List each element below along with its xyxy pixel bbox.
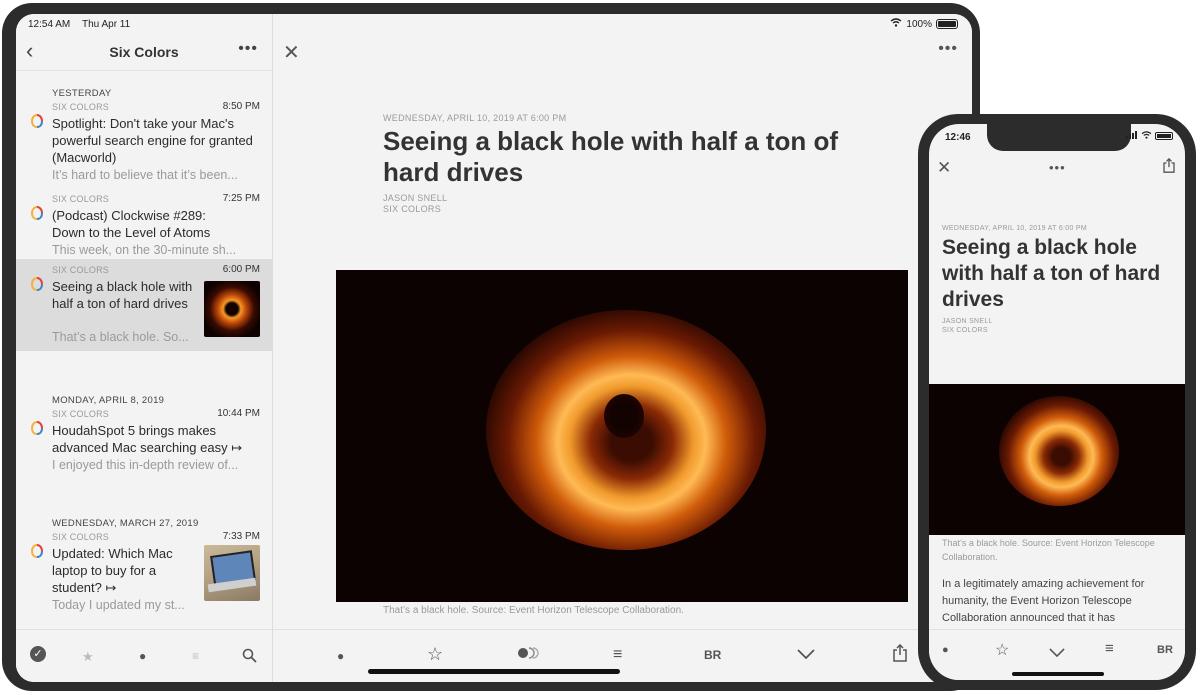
battery-percent: 100% — [906, 18, 932, 30]
ipad-screen: 12:54 AM Thu Apr 11 ‹ Six Colors ••• YES… — [16, 14, 972, 682]
item-excerpt: That’s a black hole. So... — [52, 330, 189, 344]
item-title: Updated: Which Mac laptop to buy for a s… — [52, 546, 173, 595]
item-source: SIX COLORS — [52, 532, 110, 542]
status-bar: 12:54 AM Thu Apr 11 — [16, 14, 272, 34]
status-indicators — [1126, 131, 1173, 141]
item-excerpt: Today I updated my st... — [52, 598, 185, 612]
article-body: In a legitimately amazing achievement fo… — [942, 578, 1145, 624]
six-colors-icon — [31, 114, 43, 128]
six-colors-icon — [31, 544, 43, 558]
notch — [987, 124, 1131, 151]
unread-dot-icon[interactable]: ● — [942, 644, 949, 656]
article-source: SIX COLORS — [942, 327, 988, 334]
item-excerpt: I enjoyed this in-depth review of... — [52, 458, 239, 472]
item-excerpt: This week, on the 30-minute sh... — [52, 243, 237, 257]
bionic-reading-button[interactable]: BR — [704, 648, 721, 662]
article-toolbar: ● ☆ ≡ BR — [273, 629, 972, 682]
chevron-down-icon[interactable] — [1049, 644, 1065, 660]
list-item[interactable]: SIX COLORS 7:33 PM Updated: Which Mac la… — [16, 528, 272, 618]
article-date: WEDNESDAY, APRIL 10, 2019 AT 6:00 PM — [383, 113, 567, 123]
item-time: 7:33 PM — [222, 531, 260, 542]
item-title: Spotlight: Don't take your Mac's powerfu… — [52, 116, 253, 165]
article-source: SIX COLORS — [383, 204, 442, 214]
signal-icon — [1126, 131, 1138, 141]
item-time: 7:25 PM — [222, 193, 260, 204]
item-source: SIX COLORS — [52, 102, 110, 112]
wifi-icon — [890, 18, 902, 30]
ellipsis-icon[interactable]: ••• — [238, 40, 258, 58]
close-icon[interactable]: ✕ — [283, 40, 300, 65]
unread-dot-icon[interactable]: ● — [337, 649, 344, 663]
item-source: SIX COLORS — [52, 265, 110, 275]
status-time: 12:46 — [945, 132, 971, 143]
close-icon[interactable]: ✕ — [937, 158, 951, 178]
item-time: 6:00 PM — [222, 264, 260, 275]
status-time: 12:54 AM — [28, 19, 71, 30]
bionic-reading-button[interactable]: BR — [1157, 644, 1173, 656]
ipad-device: 12:54 AM Thu Apr 11 ‹ Six Colors ••• YES… — [2, 3, 980, 691]
star-outline-icon[interactable]: ☆ — [427, 644, 443, 665]
checkmark-circle-icon[interactable]: ✓ — [30, 646, 46, 662]
black-hole-image — [336, 270, 908, 602]
home-indicator — [1012, 672, 1104, 676]
status-date: Thu Apr 11 — [82, 19, 131, 30]
chevron-down-icon[interactable] — [797, 646, 815, 664]
article-pane: 100% ✕ ••• WEDNESDAY, APRIL 10, 2019 AT … — [273, 14, 972, 682]
reader-view-icon[interactable]: ≡ — [1105, 640, 1114, 657]
iphone-device: 12:46 ✕ ••• WEDNESDAY, APRIL 10, 2019 AT… — [918, 114, 1196, 690]
item-source: SIX COLORS — [52, 194, 110, 204]
list-item[interactable]: SIX COLORS 8:50 PM Spotlight: Don't take… — [16, 98, 272, 182]
list-item-selected[interactable]: SIX COLORS 6:00 PM Seeing a black hole w… — [16, 259, 272, 351]
unread-dot-icon[interactable]: ● — [139, 649, 146, 663]
search-icon[interactable] — [242, 648, 257, 667]
share-icon[interactable] — [893, 643, 907, 667]
battery-icon — [936, 19, 958, 29]
article-list-sidebar: 12:54 AM Thu Apr 11 ‹ Six Colors ••• YES… — [16, 14, 273, 682]
status-bar-right: 100% — [273, 14, 972, 34]
article-title: Seeing a black hole with half a ton of h… — [383, 126, 839, 187]
item-title: HoudahSpot 5 brings makes advanced Mac s… — [52, 423, 243, 455]
list-item[interactable]: SIX COLORS 10:44 PM HoudahSpot 5 brings … — [16, 405, 272, 475]
star-icon[interactable]: ★ — [82, 649, 94, 665]
article-date: WEDNESDAY, APRIL 10, 2019 AT 6:00 PM — [942, 225, 1088, 232]
six-colors-icon — [31, 206, 43, 220]
list-item[interactable]: SIX COLORS 7:25 PM (Podcast) Clockwise #… — [16, 190, 272, 260]
article-title: Seeing a black hole with half a ton of h… — [942, 236, 1161, 311]
list-icon[interactable]: ≡ — [192, 649, 199, 663]
item-title: Seeing a black hole with half a ton of h… — [52, 279, 193, 311]
six-colors-icon — [31, 277, 43, 291]
reader-view-icon[interactable]: ≡ — [613, 646, 622, 664]
status-indicators: 100% — [890, 18, 958, 30]
battery-icon — [1155, 132, 1173, 140]
black-hole-image — [929, 384, 1185, 535]
ellipsis-icon[interactable]: ••• — [1049, 160, 1066, 175]
item-excerpt: It’s hard to believe that it’s been... — [52, 168, 238, 182]
black-hole-thumbnail — [204, 281, 260, 337]
feed-title: Six Colors — [109, 44, 179, 60]
item-source: SIX COLORS — [52, 409, 110, 419]
item-time: 8:50 PM — [222, 101, 260, 112]
sidebar-nav-bar: ‹ Six Colors ••• — [16, 34, 272, 71]
six-colors-icon — [31, 421, 43, 435]
home-indicator — [368, 669, 620, 674]
star-outline-icon[interactable]: ☆ — [995, 640, 1009, 660]
image-caption: That’s a black hole. Source: Event Horiz… — [383, 605, 684, 616]
sidebar-toolbar: ✓ ★ ● ≡ — [16, 629, 272, 682]
iphone-screen: 12:46 ✕ ••• WEDNESDAY, APRIL 10, 2019 AT… — [929, 124, 1185, 680]
ellipsis-icon[interactable]: ••• — [938, 40, 958, 58]
article-author: JASON SNELL — [383, 193, 448, 203]
laptop-thumbnail — [204, 545, 260, 601]
wifi-icon — [1141, 131, 1152, 141]
item-time: 10:44 PM — [217, 408, 260, 419]
image-caption: That’s a black hole. Source: Event Horiz… — [942, 538, 1155, 562]
text-size-icon[interactable] — [517, 646, 539, 664]
article-author: JASON SNELL — [942, 318, 993, 325]
item-title: (Podcast) Clockwise #289: Down to the Le… — [52, 208, 211, 240]
share-icon[interactable] — [1163, 157, 1175, 176]
